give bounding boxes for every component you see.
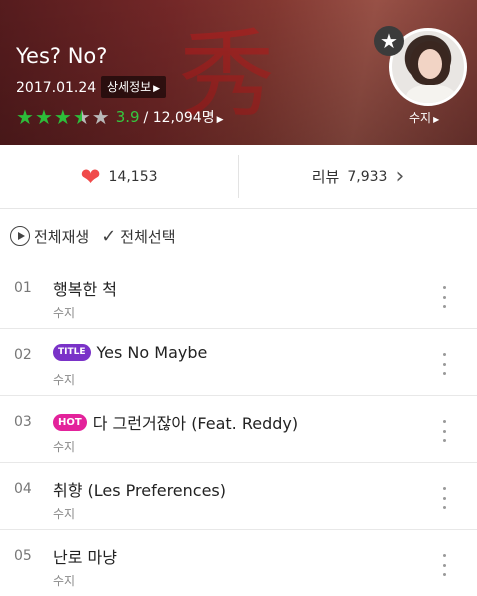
track-artist: 수지	[53, 306, 76, 320]
track-title-row: TITLE Yes No Maybe	[53, 343, 207, 362]
track-title: 난로 마냥	[53, 548, 117, 567]
stats-bar: ❤ 14,153 리뷰 7,933 ›	[0, 145, 477, 209]
track-title-row: 행복한 척	[53, 276, 117, 300]
album-header: 秀 Yes? No? 2017.01.24 상세정보▶ ★ ★ ★ ★ ★ 3.…	[0, 0, 477, 145]
rating-row[interactable]: ★ ★ ★ ★ ★ 3.9 / 12,094명 ▶	[16, 106, 224, 128]
rating-score: 3.9	[115, 108, 140, 126]
star-icon: ★	[34, 105, 53, 129]
half-star-icon: ★	[72, 105, 91, 129]
play-all-button[interactable]: 전체재생	[10, 226, 89, 247]
like-count: 14,153	[108, 168, 158, 185]
track-number: 05	[14, 548, 32, 564]
select-all-label: 전체선택	[120, 227, 176, 246]
review-label: 리뷰	[311, 168, 340, 186]
track-title: 행복한 척	[53, 280, 117, 299]
review-button[interactable]: 리뷰 7,933 ›	[239, 145, 477, 208]
track-row[interactable]: 05 난로 마냥 수지	[0, 530, 477, 596]
rating-count: / 12,094명 ▶	[143, 110, 224, 126]
album-title: Yes? No?	[16, 44, 108, 68]
play-all-label: 전체재생	[34, 227, 90, 246]
track-row[interactable]: 02 TITLE Yes No Maybe 수지	[0, 329, 477, 396]
rating-stars: ★ ★ ★ ★ ★	[16, 107, 111, 127]
track-artist: 수지	[53, 574, 76, 588]
artist-link[interactable]: 수지 ▶	[409, 109, 439, 126]
avatar-body	[406, 85, 456, 103]
like-button[interactable]: ❤ 14,153	[0, 145, 238, 208]
track-title-row: 취향 (Les Preferences)	[53, 477, 226, 501]
track-row[interactable]: 03 HOT 다 그런거잖아 (Feat. Reddy) 수지	[0, 396, 477, 463]
empty-star-icon: ★	[91, 105, 110, 129]
triangle-right-icon: ▶	[216, 115, 224, 125]
track-actions: 전체재생 ✓ 전체선택	[10, 222, 188, 250]
album-detail-label: 상세정보	[107, 80, 152, 94]
track-row[interactable]: 04 취향 (Les Preferences) 수지	[0, 463, 477, 530]
track-title-row: 난로 마냥	[53, 544, 117, 568]
track-row[interactable]: 01 행복한 척 수지	[0, 262, 477, 329]
more-vertical-icon[interactable]	[441, 487, 447, 509]
avatar-face	[418, 49, 442, 79]
track-number: 02	[14, 347, 32, 363]
triangle-right-icon: ▶	[433, 115, 440, 124]
chevron-right-icon: ›	[395, 163, 405, 189]
track-title: 다 그런거잖아 (Feat. Reddy)	[92, 414, 299, 433]
hot-badge: HOT	[53, 413, 87, 431]
album-detail-button[interactable]: 상세정보 ▶	[101, 76, 167, 98]
favorite-star-icon[interactable]: ★	[374, 26, 404, 56]
artist-name: 수지	[409, 111, 432, 125]
track-title: 취향 (Les Preferences)	[53, 481, 227, 500]
more-vertical-icon[interactable]	[441, 286, 447, 308]
check-icon: ✓	[101, 225, 117, 247]
star-icon: ★	[53, 105, 72, 129]
more-vertical-icon[interactable]	[441, 420, 447, 442]
more-vertical-icon[interactable]	[441, 353, 447, 375]
heart-icon: ❤	[80, 162, 101, 191]
more-vertical-icon[interactable]	[441, 554, 447, 576]
title-badge: TITLE	[53, 344, 91, 361]
release-date: 2017.01.24	[16, 80, 97, 96]
select-all-button[interactable]: ✓ 전체선택	[101, 226, 175, 247]
track-title: Yes No Maybe	[96, 343, 208, 362]
track-artist: 수지	[53, 373, 76, 387]
track-title-row: HOT 다 그런거잖아 (Feat. Reddy)	[53, 410, 298, 434]
track-number: 01	[14, 280, 32, 296]
play-circle-icon	[10, 226, 30, 246]
review-count: 7,933	[347, 168, 388, 185]
triangle-right-icon: ▶	[153, 84, 161, 94]
track-number: 04	[14, 481, 32, 497]
star-icon: ★	[16, 105, 34, 129]
track-number: 03	[14, 414, 32, 430]
track-artist: 수지	[53, 440, 76, 454]
track-artist: 수지	[53, 507, 76, 521]
